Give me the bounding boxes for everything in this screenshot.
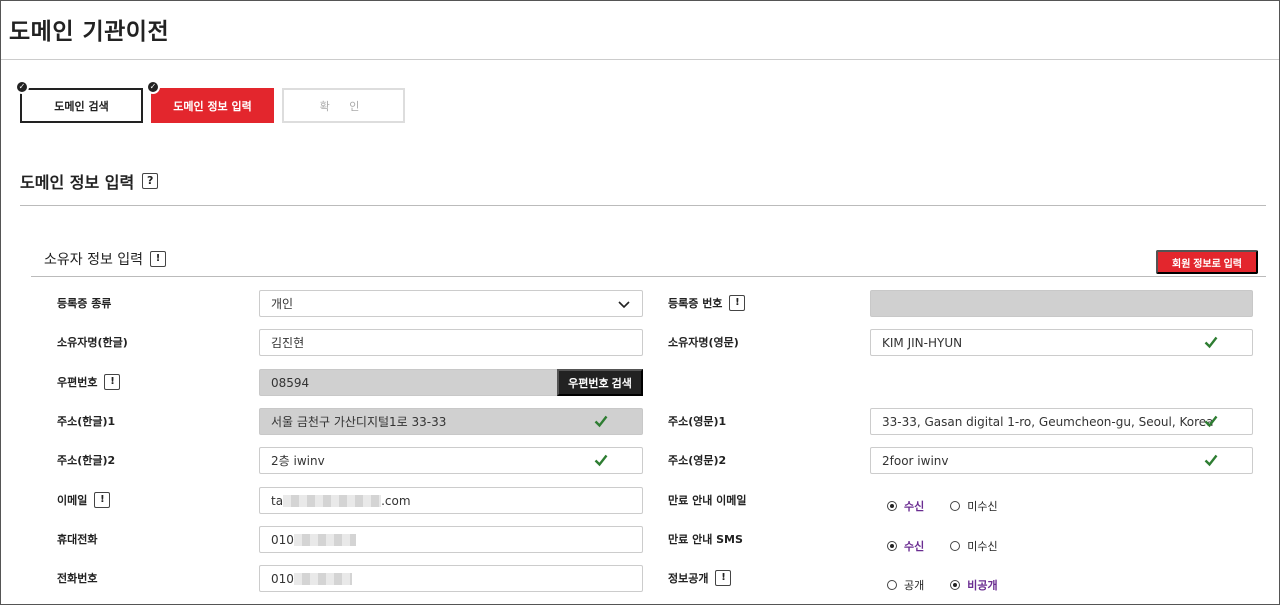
radio-icon [950, 541, 961, 551]
radio-disclosure-private[interactable]: 비공개 [950, 577, 998, 593]
phone-label: 전화번호 [57, 572, 98, 585]
page-title: 도메인 기관이전 [9, 19, 170, 45]
addr-en1-value: 33-33, Gasan digital 1-ro, Geumcheon-gu,… [882, 414, 1214, 429]
info-icon[interactable]: ! [104, 374, 121, 390]
zipcode-value: 08594 [271, 375, 310, 390]
check-icon [1204, 336, 1218, 349]
name-kr-label: 소유자명(한글) [57, 336, 128, 349]
radio-label: 미수신 [967, 500, 998, 513]
info-icon[interactable]: ! [150, 251, 167, 267]
reg-type-select[interactable]: 개인 [259, 290, 643, 317]
expiry-email-label: 만료 안내 이메일 [668, 494, 747, 507]
addr-en2-label: 주소(영문)2 [668, 454, 727, 467]
step-domain-info[interactable]: 도메인 정보 입력 [151, 88, 274, 123]
zipcode-input[interactable]: 08594 [259, 369, 559, 396]
section-divider [20, 205, 1266, 206]
phone-value-start: 010 [271, 571, 294, 586]
section-title: 도메인 정보 입력 ? [20, 169, 159, 193]
email-input[interactable]: ta .com [259, 487, 643, 514]
name-kr-input[interactable]: 김진현 [259, 329, 643, 356]
mobile-value-start: 010 [271, 532, 294, 547]
check-icon [594, 415, 608, 428]
addr-kr1-label: 주소(한글)1 [57, 415, 116, 428]
reg-type-value: 개인 [271, 297, 294, 311]
check-circle-icon: ✓ [146, 80, 160, 94]
info-icon[interactable]: ! [715, 570, 732, 586]
radio-selected-icon [950, 580, 961, 590]
phone-input[interactable]: 010 [259, 565, 643, 592]
name-kr-value: 김진현 [271, 336, 305, 350]
step-label: 확 인 [319, 99, 368, 113]
radio-label: 미수신 [967, 540, 998, 553]
zipcode-search-button[interactable]: 우편번호 검색 [557, 369, 643, 396]
radio-disclosure-public[interactable]: 공개 [887, 577, 924, 593]
check-icon [594, 454, 608, 467]
info-icon[interactable]: ! [94, 492, 111, 508]
radio-expiry-sms-decline[interactable]: 미수신 [950, 538, 998, 554]
redacted-block [293, 572, 352, 585]
addr-kr2-value: 2층 iwinv [271, 454, 325, 468]
owner-section-title: 소유자 정보 입력 ! [44, 249, 167, 269]
addr-en1-label: 주소(영문)1 [668, 415, 727, 428]
expiry-email-radio-group: 수신 미수신 [887, 496, 1024, 516]
section-title-text: 도메인 정보 입력 [20, 173, 135, 192]
step-domain-search[interactable]: 도메인 검색 [20, 88, 143, 123]
check-icon [1204, 415, 1218, 428]
radio-label: 수신 [904, 540, 925, 553]
check-icon [1204, 454, 1218, 467]
step-label: 도메인 검색 [54, 99, 109, 113]
disclosure-radio-group: 공개 비공개 [887, 575, 1024, 595]
addr-en2-value: 2foor iwinv [882, 453, 949, 468]
reg-number-label: 등록증 번호 ! [668, 290, 746, 316]
radio-selected-icon [887, 501, 897, 511]
owner-title-text: 소유자 정보 입력 [44, 252, 144, 268]
addr-kr1-input[interactable]: 서울 금천구 가산디지털1로 33-33 [259, 408, 643, 435]
email-label-text: 이메일 [57, 494, 88, 507]
zipcode-label-text: 우편번호 [57, 376, 98, 389]
owner-divider [31, 276, 1266, 277]
reg-type-label: 등록증 종류 [57, 297, 112, 310]
addr-kr2-label: 주소(한글)2 [57, 454, 116, 467]
radio-expiry-email-decline[interactable]: 미수신 [950, 498, 998, 514]
zipcode-label: 우편번호 ! [57, 369, 121, 395]
radio-icon [887, 580, 897, 590]
redacted-block [293, 533, 356, 546]
addr-kr2-input[interactable]: 2층 iwinv [259, 447, 643, 474]
radio-expiry-sms-receive[interactable]: 수신 [887, 538, 924, 554]
chevron-down-icon [618, 301, 630, 309]
radio-label: 비공개 [967, 579, 998, 592]
name-en-value: KIM JIN-HYUN [882, 335, 963, 350]
radio-label: 공개 [904, 579, 925, 592]
addr-en2-input[interactable]: 2foor iwinv [870, 447, 1253, 474]
addr-en1-input[interactable]: 33-33, Gasan digital 1-ro, Geumcheon-gu,… [870, 408, 1253, 435]
disclosure-label: 정보공개 ! [668, 565, 732, 591]
radio-label: 수신 [904, 500, 925, 513]
title-divider [1, 59, 1279, 60]
email-label: 이메일 ! [57, 487, 111, 513]
disclosure-label-text: 정보공개 [668, 572, 709, 585]
check-circle-icon: ✓ [15, 80, 29, 94]
help-icon[interactable]: ? [142, 173, 159, 189]
step-label: 도메인 정보 입력 [173, 99, 252, 113]
email-value-start: ta [271, 493, 284, 508]
radio-selected-icon [887, 541, 897, 551]
fill-member-info-button[interactable]: 회원 정보로 입력 [1156, 250, 1258, 274]
expiry-sms-radio-group: 수신 미수신 [887, 536, 1024, 556]
name-en-label: 소유자명(영문) [668, 336, 739, 349]
reg-number-label-text: 등록증 번호 [668, 297, 723, 310]
name-en-input[interactable]: KIM JIN-HYUN [870, 329, 1253, 356]
radio-expiry-email-receive[interactable]: 수신 [887, 498, 924, 514]
info-icon[interactable]: ! [729, 295, 746, 311]
addr-kr1-value: 서울 금천구 가산디지털1로 33-33 [271, 415, 447, 429]
radio-icon [950, 501, 961, 511]
mobile-input[interactable]: 010 [259, 526, 643, 553]
step-confirm[interactable]: 확 인 [282, 88, 405, 123]
email-value-end: .com [381, 493, 411, 508]
reg-number-input[interactable] [870, 290, 1253, 317]
mobile-label: 휴대전화 [57, 533, 98, 546]
expiry-sms-label: 만료 안내 SMS [668, 533, 743, 546]
redacted-block [283, 494, 382, 507]
